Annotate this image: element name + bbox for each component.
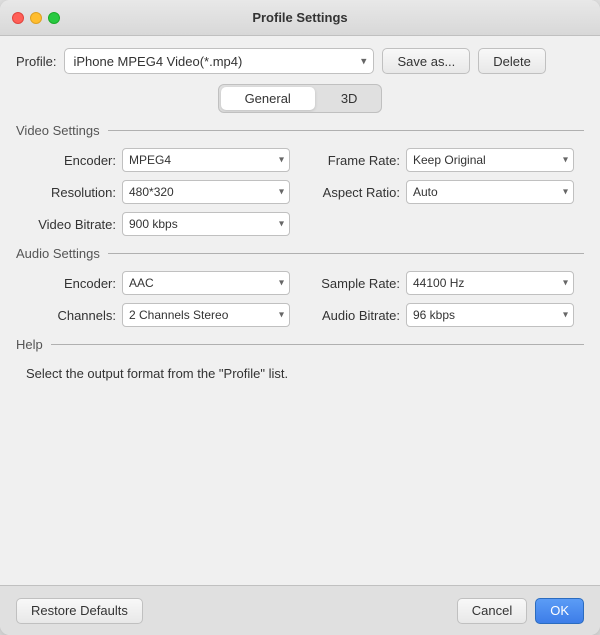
audio-bitrate-label: Audio Bitrate:: [310, 308, 400, 323]
audio-encoder-field-row: Encoder: AAC: [26, 271, 290, 295]
help-section-line: [51, 344, 584, 345]
video-settings-header: Video Settings: [16, 123, 584, 138]
profile-settings-window: Profile Settings Profile: iPhone MPEG4 V…: [0, 0, 600, 635]
aspect-ratio-select-wrapper: Auto: [406, 180, 574, 204]
video-bitrate-label: Video Bitrate:: [26, 217, 116, 232]
cancel-button[interactable]: Cancel: [457, 598, 527, 624]
frame-rate-select[interactable]: Keep Original: [406, 148, 574, 172]
footer: Restore Defaults Cancel OK: [0, 585, 600, 635]
aspect-ratio-field-row: Aspect Ratio: Auto: [310, 180, 574, 204]
help-section: Help Select the output format from the "…: [16, 337, 584, 385]
help-title: Help: [16, 337, 43, 352]
aspect-ratio-select[interactable]: Auto: [406, 180, 574, 204]
audio-settings-header: Audio Settings: [16, 246, 584, 261]
sample-rate-select-wrapper: 44100 Hz: [406, 271, 574, 295]
tab-general[interactable]: General: [221, 87, 315, 110]
window-title: Profile Settings: [252, 10, 347, 25]
help-header: Help: [16, 337, 584, 352]
minimize-button[interactable]: [30, 12, 42, 24]
footer-right-buttons: Cancel OK: [457, 598, 584, 624]
profile-row: Profile: iPhone MPEG4 Video(*.mp4) Save …: [16, 48, 584, 74]
frame-rate-label: Frame Rate:: [310, 153, 400, 168]
audio-section-line: [108, 253, 584, 254]
restore-defaults-button[interactable]: Restore Defaults: [16, 598, 143, 624]
profile-action-buttons: Save as... Delete: [382, 48, 545, 74]
channels-field-row: Channels: 2 Channels Stereo: [26, 303, 290, 327]
audio-bitrate-select[interactable]: 96 kbps: [406, 303, 574, 327]
video-bitrate-select[interactable]: 900 kbps: [122, 212, 290, 236]
channels-select[interactable]: 2 Channels Stereo: [122, 303, 290, 327]
encoder-select[interactable]: MPEG4: [122, 148, 290, 172]
channels-select-wrapper: 2 Channels Stereo: [122, 303, 290, 327]
audio-encoder-label: Encoder:: [26, 276, 116, 291]
delete-button[interactable]: Delete: [478, 48, 546, 74]
title-bar: Profile Settings: [0, 0, 600, 36]
resolution-field-row: Resolution: 480*320: [26, 180, 290, 204]
audio-fields-grid: Encoder: AAC Sample Rate: 44100 Hz: [16, 271, 584, 327]
profile-label: Profile:: [16, 54, 56, 69]
resolution-label: Resolution:: [26, 185, 116, 200]
aspect-ratio-label: Aspect Ratio:: [310, 185, 400, 200]
resolution-select[interactable]: 480*320: [122, 180, 290, 204]
ok-button[interactable]: OK: [535, 598, 584, 624]
tab-container: General 3D: [218, 84, 383, 113]
help-text: Select the output format from the "Profi…: [16, 362, 584, 385]
channels-label: Channels:: [26, 308, 116, 323]
video-settings-title: Video Settings: [16, 123, 100, 138]
frame-rate-field-row: Frame Rate: Keep Original: [310, 148, 574, 172]
audio-encoder-select[interactable]: AAC: [122, 271, 290, 295]
audio-bitrate-select-wrapper: 96 kbps: [406, 303, 574, 327]
resolution-select-wrapper: 480*320: [122, 180, 290, 204]
audio-settings-section: Audio Settings Encoder: AAC Sample Rate:: [16, 246, 584, 327]
sample-rate-field-row: Sample Rate: 44100 Hz: [310, 271, 574, 295]
video-bitrate-select-wrapper: 900 kbps: [122, 212, 290, 236]
video-fields-grid: Encoder: MPEG4 Frame Rate: Keep Original: [16, 148, 584, 236]
traffic-lights: [12, 12, 60, 24]
sample-rate-select[interactable]: 44100 Hz: [406, 271, 574, 295]
audio-encoder-select-wrapper: AAC: [122, 271, 290, 295]
sample-rate-label: Sample Rate:: [310, 276, 400, 291]
frame-rate-select-wrapper: Keep Original: [406, 148, 574, 172]
tab-3d[interactable]: 3D: [317, 85, 382, 112]
encoder-field-row: Encoder: MPEG4: [26, 148, 290, 172]
encoder-select-wrapper: MPEG4: [122, 148, 290, 172]
encoder-label: Encoder:: [26, 153, 116, 168]
close-button[interactable]: [12, 12, 24, 24]
tabs-row: General 3D: [16, 84, 584, 113]
audio-settings-title: Audio Settings: [16, 246, 100, 261]
profile-select-wrapper: iPhone MPEG4 Video(*.mp4): [64, 48, 374, 74]
video-section-line: [108, 130, 584, 131]
audio-bitrate-field-row: Audio Bitrate: 96 kbps: [310, 303, 574, 327]
video-bitrate-field-row: Video Bitrate: 900 kbps: [26, 212, 290, 236]
video-settings-section: Video Settings Encoder: MPEG4 Frame Rate…: [16, 123, 584, 236]
profile-select[interactable]: iPhone MPEG4 Video(*.mp4): [64, 48, 374, 74]
content-area: Profile: iPhone MPEG4 Video(*.mp4) Save …: [0, 36, 600, 585]
maximize-button[interactable]: [48, 12, 60, 24]
save-as-button[interactable]: Save as...: [382, 48, 470, 74]
